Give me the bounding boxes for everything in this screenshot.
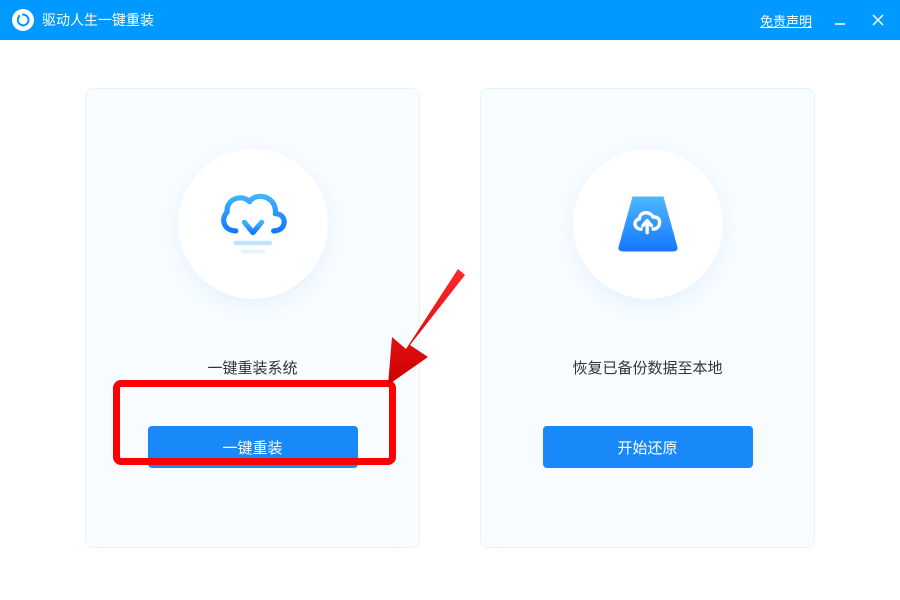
restore-button[interactable]: 开始还原 <box>543 426 753 468</box>
reinstall-card: 一键重装系统 一键重装 <box>85 88 420 548</box>
drive-upload-icon <box>605 181 691 267</box>
titlebar: 驱动人生一键重装 免责声明 <box>0 0 900 40</box>
main-content: 一键重装系统 一键重装 恢复已备份数据至本地 开始还原 <box>0 40 900 548</box>
restore-card-title: 恢复已备份数据至本地 <box>572 357 722 378</box>
restore-icon-circle <box>573 149 723 299</box>
reinstall-button[interactable]: 一键重装 <box>148 426 358 468</box>
cloud-download-icon <box>210 181 296 267</box>
restore-card: 恢复已备份数据至本地 开始还原 <box>480 88 815 548</box>
app-logo-icon <box>12 9 34 31</box>
close-button[interactable] <box>868 10 888 30</box>
minimize-button[interactable] <box>830 10 850 30</box>
reinstall-icon-circle <box>178 149 328 299</box>
app-title: 驱动人生一键重装 <box>42 10 154 30</box>
titlebar-right: 免责声明 <box>760 10 888 30</box>
reinstall-card-title: 一键重装系统 <box>207 357 297 378</box>
disclaimer-link[interactable]: 免责声明 <box>760 11 812 30</box>
titlebar-left: 驱动人生一键重装 <box>12 9 154 31</box>
